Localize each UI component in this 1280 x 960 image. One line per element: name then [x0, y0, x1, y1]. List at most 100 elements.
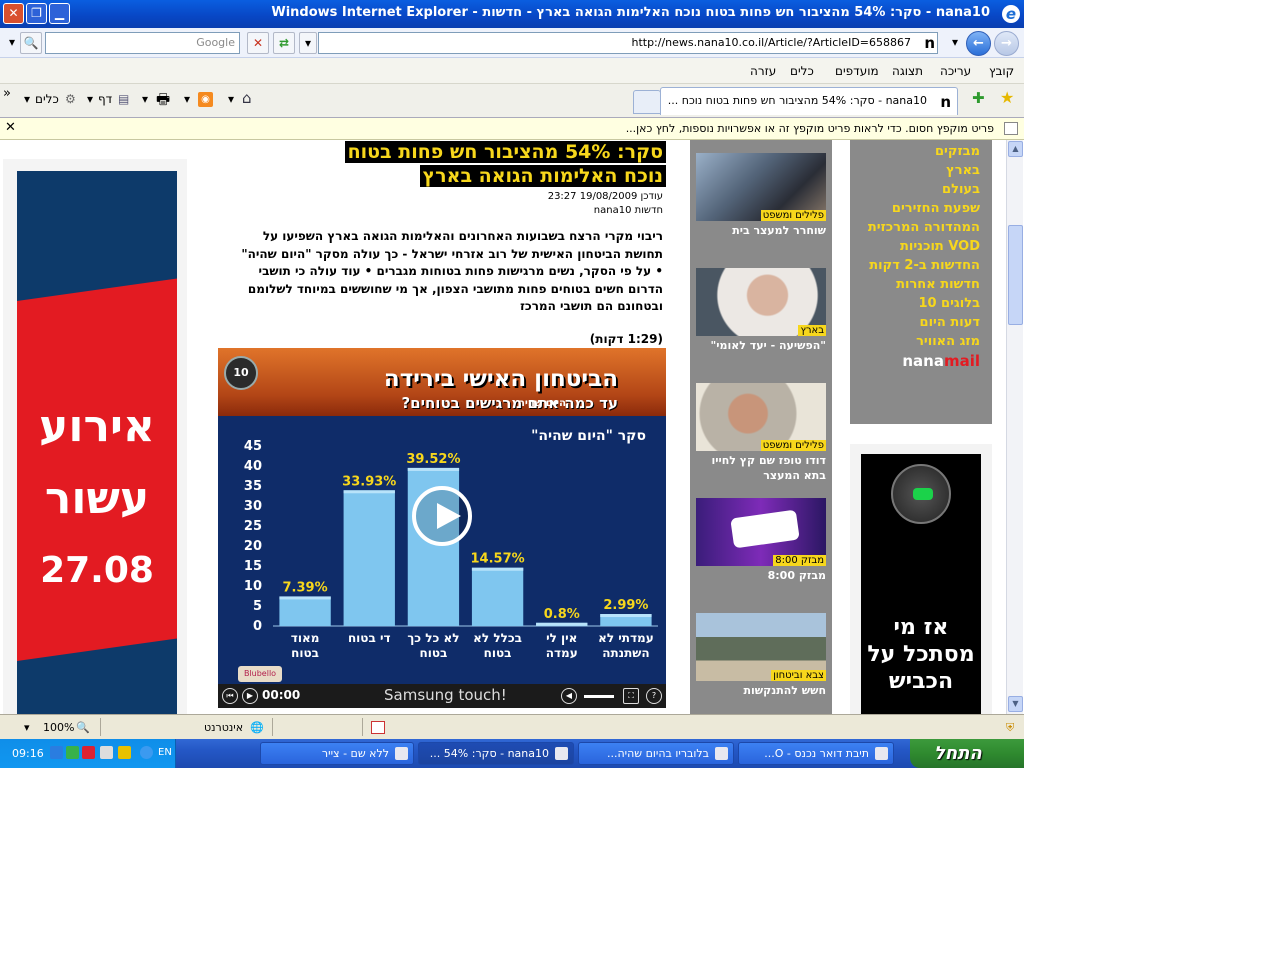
nav-item-blogs[interactable]: בלוגים 10	[918, 296, 980, 311]
add-favorite-icon[interactable]: ✚	[972, 89, 985, 107]
address-dropdown-icon[interactable]: ▾	[299, 32, 317, 54]
nav-item-weather[interactable]: מזג האוויר	[916, 334, 980, 349]
popup-blocked-icon	[1004, 122, 1018, 135]
related-title[interactable]: שוחרר למעצר בית	[696, 223, 826, 238]
stop-icon[interactable]: ✕	[247, 32, 269, 54]
page-chevron-icon[interactable]: ▾	[87, 92, 93, 106]
taskbar-task[interactable]: nana10 - סקר: 54% ...	[418, 742, 574, 765]
menu-view[interactable]: תצוגה	[892, 64, 923, 78]
play-button[interactable]	[412, 486, 472, 546]
x-category-label: עמדה	[546, 646, 578, 660]
tools-chevron-icon[interactable]: ▾	[24, 92, 30, 106]
minimize-window-button[interactable]: ▁	[49, 3, 70, 24]
help-icon[interactable]: ?	[646, 688, 662, 704]
related-thumbnail[interactable]: צבא וביטחון	[696, 613, 826, 681]
tab-active[interactable]: nana10 - סקר: 54% מהציבור חש פחות בטוח נ…	[660, 87, 958, 115]
close-window-button[interactable]: ✕	[3, 3, 24, 24]
forward-button[interactable]: →	[994, 31, 1019, 56]
nav-item-world[interactable]: בעולם	[942, 182, 980, 197]
related-thumbnail[interactable]: מבזק 8:00	[696, 498, 826, 566]
restore-window-button[interactable]: ❐	[26, 3, 47, 24]
volume-icon[interactable]: ◀	[561, 688, 577, 704]
home-icon[interactable]: ⌂	[242, 89, 252, 107]
related-thumbnail[interactable]: פלילים ומשפט	[696, 153, 826, 221]
taskbar-task[interactable]: בלובריו בהיום שהיה...	[578, 742, 734, 765]
back-button[interactable]: ←	[966, 31, 991, 56]
taskbar-task[interactable]: ללא שם - צייר	[260, 742, 414, 765]
vertical-scrollbar[interactable]: ▲ ▼	[1006, 140, 1023, 714]
nav-item-vod[interactable]: VOD תוכניות	[900, 239, 980, 254]
tray-app-icon[interactable]	[66, 746, 79, 759]
related-thumbnail[interactable]: פלילים ומשפט	[696, 383, 826, 451]
tray-security-icon[interactable]	[118, 746, 131, 759]
tray-expand-icon[interactable]	[140, 746, 153, 759]
close-info-bar-icon[interactable]: ✕	[5, 120, 16, 135]
play-small-icon[interactable]: ▶	[242, 688, 258, 704]
print-icon[interactable]: 🖶	[156, 89, 170, 114]
search-input[interactable]: Google	[45, 32, 240, 54]
language-indicator[interactable]: EN	[158, 747, 172, 758]
nav-item-news-2-min[interactable]: החדשות ב-2 דקות	[869, 258, 980, 273]
related-title[interactable]: מבזק 8:00	[696, 568, 826, 583]
popup-status-icon[interactable]	[371, 721, 385, 734]
related-title[interactable]: חשש להתנקשות	[696, 683, 826, 698]
menu-file[interactable]: קובץ	[989, 64, 1014, 78]
toolbar-more-icon[interactable]: »	[3, 86, 11, 101]
related-title[interactable]: "הפשיעה - יעד לאומי"	[696, 338, 826, 353]
tray-tools-icon[interactable]	[100, 746, 113, 759]
gear-icon[interactable]: ⚙	[65, 92, 76, 106]
menu-edit[interactable]: עריכה	[940, 64, 971, 78]
rss-feed-icon[interactable]: ◉	[198, 92, 213, 107]
zoom-chevron-icon[interactable]: ▾	[24, 721, 30, 734]
favorites-star-icon[interactable]: ★	[1000, 88, 1014, 107]
new-tab-button[interactable]	[633, 90, 661, 114]
left-banner-ad[interactable]: אירוע עשור 27.08	[3, 159, 187, 714]
page-icon[interactable]: ▤	[118, 92, 129, 106]
right-banner-ad[interactable]: אז מי מסתכל על הכביש	[850, 444, 992, 714]
search-icon[interactable]: 🔍	[20, 32, 42, 54]
nav-item-main-edition[interactable]: המהדורה המרכזית	[868, 220, 980, 235]
nanamail-link[interactable]: nanamail	[902, 352, 980, 370]
related-item[interactable]: צבא וביטחון חשש להתנקשות	[696, 613, 826, 698]
nav-item-other-news[interactable]: חדשות אחרות	[896, 277, 980, 292]
nav-item-local[interactable]: בארץ	[946, 163, 980, 178]
zoom-icon[interactable]: 🔍	[76, 721, 90, 734]
nav-item-opinions[interactable]: דעות היום	[920, 315, 980, 330]
video-player[interactable]: 10 הביטחון האישי בירידה עד כמה אתם מרגיש…	[218, 348, 666, 708]
menu-favorites[interactable]: מועדפים	[835, 64, 879, 78]
scroll-up-icon[interactable]: ▲	[1008, 141, 1023, 157]
popup-blocked-info-bar[interactable]: ✕ פריט מוקפץ חסום. כדי לראות פריט מוקפץ …	[0, 118, 1024, 140]
feeds-chevron-icon[interactable]: ▾	[184, 92, 190, 106]
related-item[interactable]: בארץ "הפשיעה - יעד לאומי"	[696, 268, 826, 353]
taskbar-task[interactable]: תיבת דואר נכנס - O...	[738, 742, 894, 765]
nav-item-swine-flu[interactable]: שפעת החזירים	[892, 201, 980, 216]
menu-tools[interactable]: כלים	[790, 64, 814, 78]
rewind-icon[interactable]: ⏮	[222, 688, 238, 704]
fullscreen-icon[interactable]: ⛶	[623, 688, 639, 704]
tray-antivirus-icon[interactable]	[82, 746, 95, 759]
refresh-icon[interactable]: ⇄	[273, 32, 295, 54]
home-chevron-icon[interactable]: ▾	[228, 92, 234, 106]
scroll-thumb[interactable]	[1008, 225, 1023, 325]
tray-network-icon[interactable]	[50, 746, 63, 759]
tools-menu-button[interactable]: כלים	[35, 92, 59, 106]
zoom-level[interactable]: 100%	[43, 721, 74, 734]
start-button[interactable]: התחל	[910, 739, 1024, 768]
article-lead: ריבוי מקרי הרצח בשבועות האחרונים והאלימו…	[241, 229, 663, 313]
volume-slider[interactable]	[584, 695, 614, 698]
search-dropdown-icon[interactable]: ▾	[5, 32, 19, 54]
page-content: אירוע עשור 27.08 סקר: 54% מהציבור חש פחו…	[0, 140, 1006, 714]
x-category-label: בטוח	[419, 646, 447, 660]
related-item[interactable]: פלילים ומשפט שוחרר למעצר בית	[696, 153, 826, 238]
related-thumbnail[interactable]: בארץ	[696, 268, 826, 336]
menu-help[interactable]: עזרה	[750, 64, 776, 78]
nav-item-flashes[interactable]: מבזקים	[935, 144, 980, 159]
related-title[interactable]: דודו טופז שם קץ לחייו בתא המעצר	[696, 453, 826, 483]
print-chevron-icon[interactable]: ▾	[142, 92, 148, 106]
history-dropdown-icon[interactable]: ▾	[946, 32, 964, 54]
scroll-down-icon[interactable]: ▼	[1008, 696, 1023, 712]
url-field[interactable]: http://news.nana10.co.il/Article/?Articl…	[318, 32, 938, 54]
page-menu-button[interactable]: דף	[98, 92, 112, 106]
related-item[interactable]: מבזק 8:00 מבזק 8:00	[696, 498, 826, 583]
related-item[interactable]: פלילים ומשפט דודו טופז שם קץ לחייו בתא ה…	[696, 383, 826, 483]
